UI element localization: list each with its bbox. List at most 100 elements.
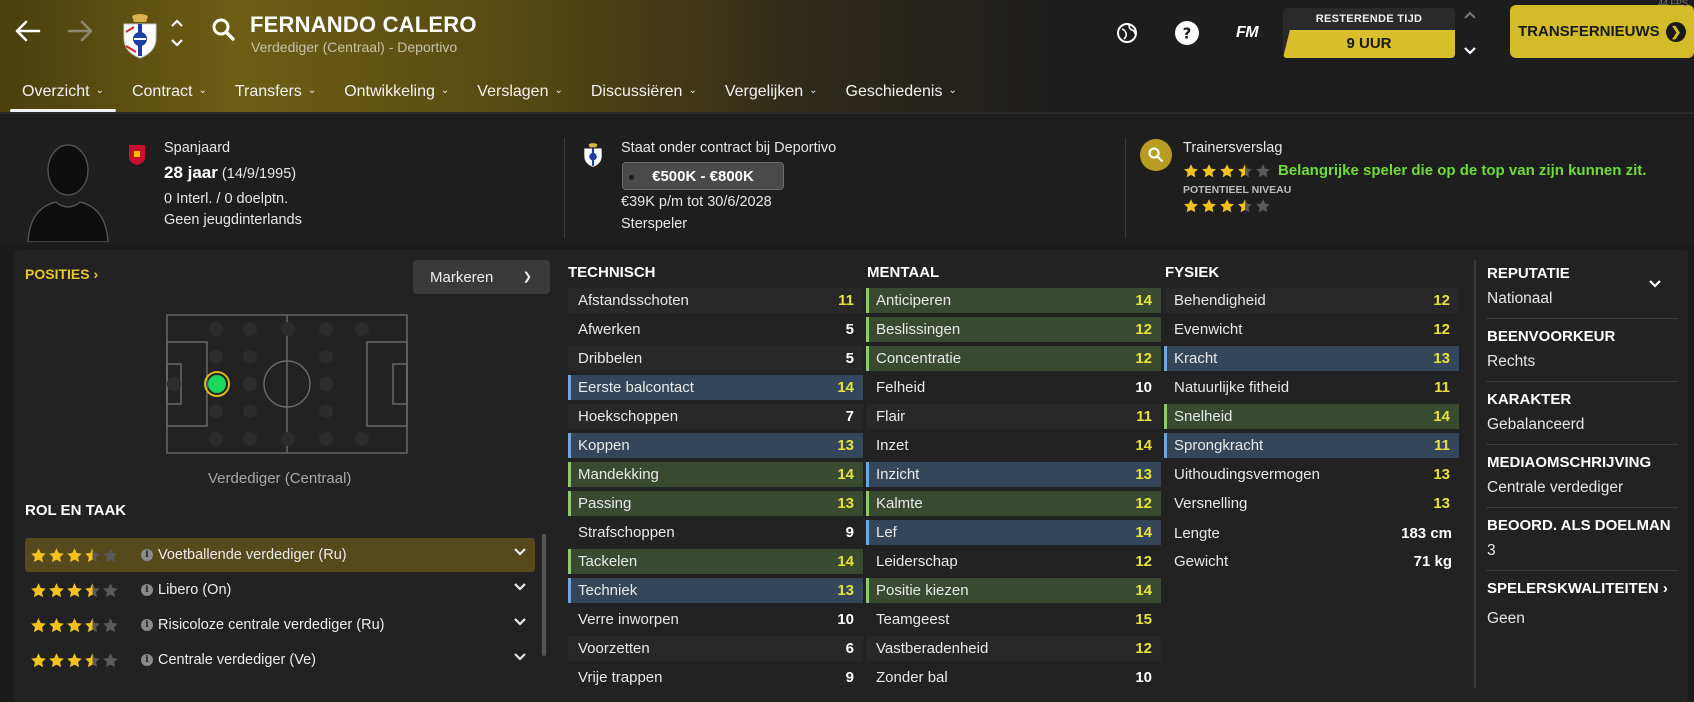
- tab-label: Geschiedenis: [845, 83, 943, 101]
- attribute-row[interactable]: Teamgeest 15: [866, 607, 1161, 632]
- attribute-row[interactable]: Snelheid 14: [1164, 404, 1459, 429]
- role-row[interactable]: i Libero (On): [25, 573, 535, 607]
- tab-transfers[interactable]: Transfers ⌄: [223, 74, 328, 110]
- info-icon[interactable]: i: [141, 654, 153, 666]
- chevron-down-icon[interactable]: [513, 616, 527, 630]
- player-subtitle[interactable]: Verdediger (Centraal) - Deportivo: [251, 39, 457, 55]
- attribute-row[interactable]: Lef 14: [866, 520, 1161, 545]
- attribute-name: Kalmte: [876, 495, 923, 512]
- attribute-row[interactable]: Anticiperen 14: [866, 288, 1161, 313]
- tab-verslagen[interactable]: Verslagen ⌄: [465, 74, 575, 110]
- attribute-row[interactable]: Concentratie 12: [866, 346, 1161, 371]
- time-arrows[interactable]: [1462, 10, 1478, 56]
- role-row[interactable]: i Risicoloze centrale verdediger (Ru): [25, 608, 535, 642]
- attribute-row[interactable]: Techniek 13: [568, 578, 863, 603]
- back-arrow-icon[interactable]: [10, 14, 44, 48]
- chevron-down-icon[interactable]: [513, 546, 527, 560]
- info-icon[interactable]: i: [141, 619, 153, 631]
- mark-dropdown[interactable]: Markeren ❯: [413, 260, 550, 294]
- attribute-row[interactable]: Evenwicht 12: [1164, 317, 1459, 342]
- chevron-down-icon: ⌄: [307, 85, 317, 96]
- chevron-down-icon[interactable]: [513, 651, 527, 665]
- club-crest-small-icon[interactable]: [582, 142, 604, 173]
- tab-overzicht[interactable]: Overzicht ⌄: [10, 74, 116, 112]
- tab-contract[interactable]: Contract ⌄: [120, 74, 219, 110]
- tab-ontwikkeling[interactable]: Ontwikkeling ⌄: [332, 74, 461, 110]
- attribute-row[interactable]: Verre inworpen 10: [568, 607, 863, 632]
- attribute-row[interactable]: Voorzetten 6: [568, 636, 863, 661]
- attribute-row[interactable]: Sprongkracht 11: [1164, 433, 1459, 458]
- info-icon[interactable]: i: [141, 549, 153, 561]
- help-icon[interactable]: ?: [1172, 18, 1202, 48]
- chevron-down-icon[interactable]: [1648, 276, 1662, 294]
- transfer-news-button[interactable]: TRANSFERNIEUWS ❯: [1510, 5, 1694, 58]
- height-label: Lengte: [1174, 525, 1220, 542]
- club-crest-icon[interactable]: [120, 12, 160, 60]
- attribute-row[interactable]: Zonder bal 10: [866, 665, 1161, 690]
- nationality-flag-icon[interactable]: [128, 144, 146, 171]
- chevron-down-icon[interactable]: [513, 581, 527, 595]
- attribute-row[interactable]: Hoekschoppen 7: [568, 404, 863, 429]
- attribute-row[interactable]: Natuurlijke fitheid 11: [1164, 375, 1459, 400]
- attribute-row[interactable]: Beslissingen 12: [866, 317, 1161, 342]
- attribute-row[interactable]: Koppen 13: [568, 433, 863, 458]
- attribute-value: 11: [1434, 379, 1450, 396]
- attribute-row[interactable]: Tackelen 14: [568, 549, 863, 574]
- attribute-row[interactable]: Behendigheid 12: [1164, 288, 1459, 313]
- info-icon[interactable]: i: [141, 584, 153, 596]
- chevron-up-icon[interactable]: [1463, 10, 1477, 20]
- role-name: Libero (On): [158, 582, 232, 598]
- role-row[interactable]: i Centrale verdediger (Ve): [25, 643, 535, 677]
- attribute-row[interactable]: Eerste balcontact 14: [568, 375, 863, 400]
- attribute-row[interactable]: Vrije trappen 9: [568, 665, 863, 690]
- scout-report-label[interactable]: Trainersverslag: [1183, 140, 1282, 156]
- attribute-row[interactable]: Uithoudingsvermogen 13: [1164, 462, 1459, 487]
- attribute-row[interactable]: Positie kiezen 14: [866, 578, 1161, 603]
- attribute-name: Passing: [578, 495, 632, 512]
- chevron-down-icon[interactable]: [1463, 46, 1477, 56]
- player-switch-arrows[interactable]: [168, 18, 186, 48]
- role-row[interactable]: i Voetballende verdediger (Ru): [25, 538, 535, 572]
- attribute-row[interactable]: Dribbelen 5: [568, 346, 863, 371]
- value-range-badge[interactable]: €500K - €800K: [622, 162, 784, 190]
- attribute-name: Techniek: [578, 582, 638, 599]
- attribute-row[interactable]: Inzicht 13: [866, 462, 1161, 487]
- star-icon: [1202, 164, 1216, 178]
- tab-discussieren[interactable]: Discussiëren ⌄: [579, 74, 709, 110]
- attribute-row[interactable]: Passing 13: [568, 491, 863, 516]
- attribute-value: 13: [1433, 466, 1450, 483]
- time-remaining-widget[interactable]: RESTERENDE TIJD 9 UUR: [1283, 8, 1455, 58]
- player-traits-header[interactable]: SPELERSKWALITEITEN ›: [1487, 580, 1668, 597]
- role-list-scrollbar[interactable]: [542, 534, 546, 656]
- attribute-row[interactable]: Inzet 14: [866, 433, 1161, 458]
- attribute-row[interactable]: Afstandsschoten 11: [568, 288, 863, 313]
- attribute-row[interactable]: Kalmte 12: [866, 491, 1161, 516]
- attribute-row[interactable]: Mandekking 14: [568, 462, 863, 487]
- attribute-row[interactable]: Afwerken 5: [568, 317, 863, 342]
- attribute-row[interactable]: Kracht 13: [1164, 346, 1459, 371]
- search-icon[interactable]: [210, 16, 240, 46]
- fm-logo[interactable]: FM: [1232, 18, 1262, 48]
- star-icon: [49, 652, 64, 667]
- forward-arrow-icon[interactable]: [64, 14, 98, 48]
- position-pitch: [166, 314, 408, 454]
- tab-geschiedenis[interactable]: Geschiedenis ⌄: [834, 74, 969, 110]
- attribute-row[interactable]: Flair 11: [866, 404, 1161, 429]
- attribute-row[interactable]: Felheid 10: [866, 375, 1161, 400]
- tab-label: Ontwikkeling: [344, 83, 435, 101]
- nationality[interactable]: Spanjaard: [164, 140, 230, 156]
- attribute-name: Positie kiezen: [876, 582, 969, 599]
- positions-header[interactable]: POSITIES ›: [25, 266, 98, 282]
- contract-text[interactable]: Staat onder contract bij Deportivo: [621, 140, 836, 156]
- search-icon[interactable]: [1140, 139, 1172, 171]
- attribute-row[interactable]: Leiderschap 12: [866, 549, 1161, 574]
- star-icon: [1184, 199, 1198, 213]
- potential-stars: [1183, 198, 1271, 214]
- attribute-row[interactable]: Strafschoppen 9: [568, 520, 863, 545]
- globe-icon[interactable]: [1112, 18, 1142, 48]
- attribute-row[interactable]: Vastberadenheid 12: [866, 636, 1161, 661]
- attribute-row[interactable]: Versnelling 13: [1164, 491, 1459, 516]
- tab-vergelijken[interactable]: Vergelijken ⌄: [713, 74, 830, 110]
- role-duty-title: ROL EN TAAK: [25, 502, 127, 519]
- attribute-value: 12: [1135, 350, 1152, 367]
